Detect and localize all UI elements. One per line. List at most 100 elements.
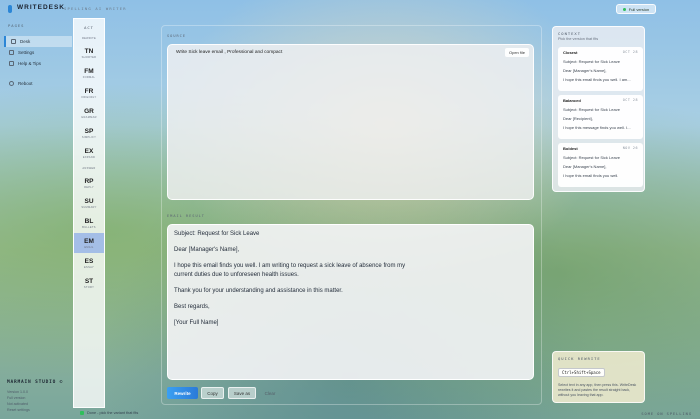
act-item-friendly[interactable]: FR FRIENDLY — [74, 83, 104, 103]
variant-line: Dear [Manager's Name], — [563, 164, 607, 169]
output-line: Best regards, — [174, 304, 210, 310]
act-name: EMAIL — [84, 245, 94, 249]
variant-title: Balanced — [563, 98, 581, 103]
act-item-reply[interactable]: RP REPLY — [74, 173, 104, 193]
open-file-button[interactable]: Open file — [505, 48, 529, 57]
full-version-badge[interactable]: Full version — [616, 4, 656, 14]
act-item-expand[interactable]: EX EXPAND — [74, 143, 104, 163]
act-abbr: EX — [84, 147, 94, 155]
act-name: SHORTER — [81, 55, 97, 59]
act-name: STORY — [83, 285, 95, 289]
act-item-email[interactable]: EM EMAIL — [74, 233, 104, 253]
shortcut-key[interactable]: Ctrl+Shift+Space — [558, 368, 605, 377]
app-brand: WRITEDESK — [17, 4, 65, 11]
version-text: Version 1.0.0 — [7, 390, 28, 394]
act-item-summary[interactable]: SU SUMMARY — [74, 193, 104, 213]
variants-subheading: Pick the version that fits — [558, 37, 599, 41]
variant-line: Dear [Recipient], — [563, 116, 593, 121]
gear-icon — [9, 50, 14, 55]
edition-text: Full version — [7, 396, 26, 400]
variant-line: Subject: Request for Sick Leave — [563, 59, 620, 64]
act-item-bullets[interactable]: BL BULLETS — [74, 213, 104, 233]
act-name: FRIENDLY — [81, 95, 97, 99]
status-ok-icon — [80, 411, 84, 415]
act-abbr: FR — [84, 87, 94, 95]
act-abbr: EM — [84, 237, 94, 245]
act-item-answer[interactable]: ANSWER — [74, 163, 104, 173]
variant-card-balanced[interactable]: Balanced OCT 28 Subject: Request for Sic… — [558, 95, 643, 139]
sidebar-item-help[interactable]: Help & Tips — [4, 58, 72, 69]
sidebar-item-label: Reboot — [18, 81, 33, 86]
output-label: EMAIL RESULT — [167, 214, 205, 218]
act-name: REWRITE — [81, 37, 97, 40]
act-name: ESSAY — [84, 265, 94, 269]
rewrite-button[interactable]: Rewrite — [167, 387, 198, 399]
reset-settings-link[interactable]: Reset settings — [7, 408, 30, 412]
quick-rewrite-panel: QUICK REWRITE Ctrl+Shift+Space Select te… — [552, 351, 645, 403]
status-text: Done - pick the variant that fits — [87, 411, 139, 415]
act-abbr: GR — [84, 107, 94, 115]
act-item-grammar[interactable]: GR GRAMMAR — [74, 103, 104, 123]
footer-label: SOME ON SPELLING — [641, 412, 692, 416]
status-dot-icon — [622, 7, 626, 11]
act-item-shorter[interactable]: TN SHORTER — [74, 43, 104, 63]
sidebar-item-settings[interactable]: Settings — [4, 47, 72, 58]
act-abbr: RP — [84, 177, 94, 185]
act-item-formal[interactable]: FM FORMAL — [74, 63, 104, 83]
act-abbr: FM — [84, 67, 94, 75]
sidebar-nav: Desk Settings Help & Tips Reboot — [4, 36, 72, 89]
output-line: Thank you for your understanding and ass… — [174, 288, 343, 294]
save-as-button[interactable]: Save as — [228, 387, 256, 399]
input-textarea[interactable]: Write Sick leave email , Professional an… — [167, 44, 534, 200]
variant-card-boldest[interactable]: Boldest NOV 26 Subject: Request for Sick… — [558, 143, 643, 187]
sidebar-item-reboot[interactable]: Reboot — [4, 78, 72, 89]
act-item-story[interactable]: ST STORY — [74, 273, 104, 293]
status-bar: Done - pick the variant that fits — [80, 411, 138, 415]
act-name: BULLETS — [82, 225, 96, 229]
act-abbr: ST — [84, 277, 94, 285]
sidebar: PAGES Desk Settings Help & Tips Reboot M… — [0, 18, 72, 419]
act-name: REPLY — [84, 185, 94, 189]
act-item-essay[interactable]: ES ESSAY — [74, 253, 104, 273]
variant-date: NOV 26 — [622, 146, 638, 150]
sidebar-item-label: Desk — [20, 39, 31, 44]
act-abbr: TN — [84, 47, 94, 55]
quick-rewrite-heading: QUICK REWRITE — [558, 356, 601, 361]
act-heading: ACT — [84, 25, 94, 30]
act-name: FORMAL — [82, 75, 96, 79]
act-abbr: BL — [84, 217, 94, 225]
top-bar: WRITEDESK SPELLING AI WRITER Full versio… — [0, 0, 700, 18]
act-name: SUMMARY — [81, 205, 97, 209]
sidebar-heading: PAGES — [8, 23, 25, 28]
act-abbr: SU — [84, 197, 94, 205]
variant-line: Subject: Request for Sick Leave — [563, 155, 620, 160]
app-tagline: SPELLING AI WRITER — [64, 6, 127, 11]
act-column: ACT REWRITE TN SHORTER FM FORMAL FR FRIE… — [73, 18, 105, 408]
help-icon — [9, 61, 14, 66]
variant-line: Dear [Manager's Name], — [563, 68, 607, 73]
output-line: Subject: Request for Sick Leave — [174, 231, 260, 237]
output-textarea[interactable]: Subject: Request for Sick Leave Dear [Ma… — [167, 224, 534, 380]
variant-date: OCT 28 — [622, 98, 638, 102]
variant-line: I hope this message finds you well. I... — [563, 125, 631, 130]
variant-line: I hope this email finds you well. — [563, 173, 619, 178]
act-item-rewrite[interactable]: REWRITE — [74, 33, 104, 43]
desk-icon — [11, 39, 16, 44]
act-name: GRAMMAR — [81, 115, 97, 119]
act-name: ANSWER — [82, 167, 96, 170]
variant-line: I hope this email finds you well. I am..… — [563, 77, 631, 82]
clear-button[interactable]: Clear — [262, 387, 278, 399]
variant-line: Subject: Request for Sick Leave — [563, 107, 620, 112]
output-line: Dear [Manager's Name], — [174, 247, 240, 253]
sidebar-item-desk[interactable]: Desk — [4, 36, 72, 47]
output-line: current duties due to unforeseen health … — [174, 272, 299, 278]
copy-button[interactable]: Copy — [201, 387, 224, 399]
act-name: SIMPLIFY — [81, 135, 97, 139]
input-text: Write Sick leave email , Professional an… — [176, 50, 283, 55]
variant-card-closest[interactable]: Closest OCT 28 Subject: Request for Sick… — [558, 47, 643, 91]
studio-name: MARMAIN STUDIO © — [7, 380, 64, 385]
act-abbr: SP — [84, 127, 94, 135]
act-item-simplify[interactable]: SP SIMPLIFY — [74, 123, 104, 143]
act-abbr: ES — [84, 257, 94, 265]
variant-date: OCT 28 — [622, 50, 638, 54]
